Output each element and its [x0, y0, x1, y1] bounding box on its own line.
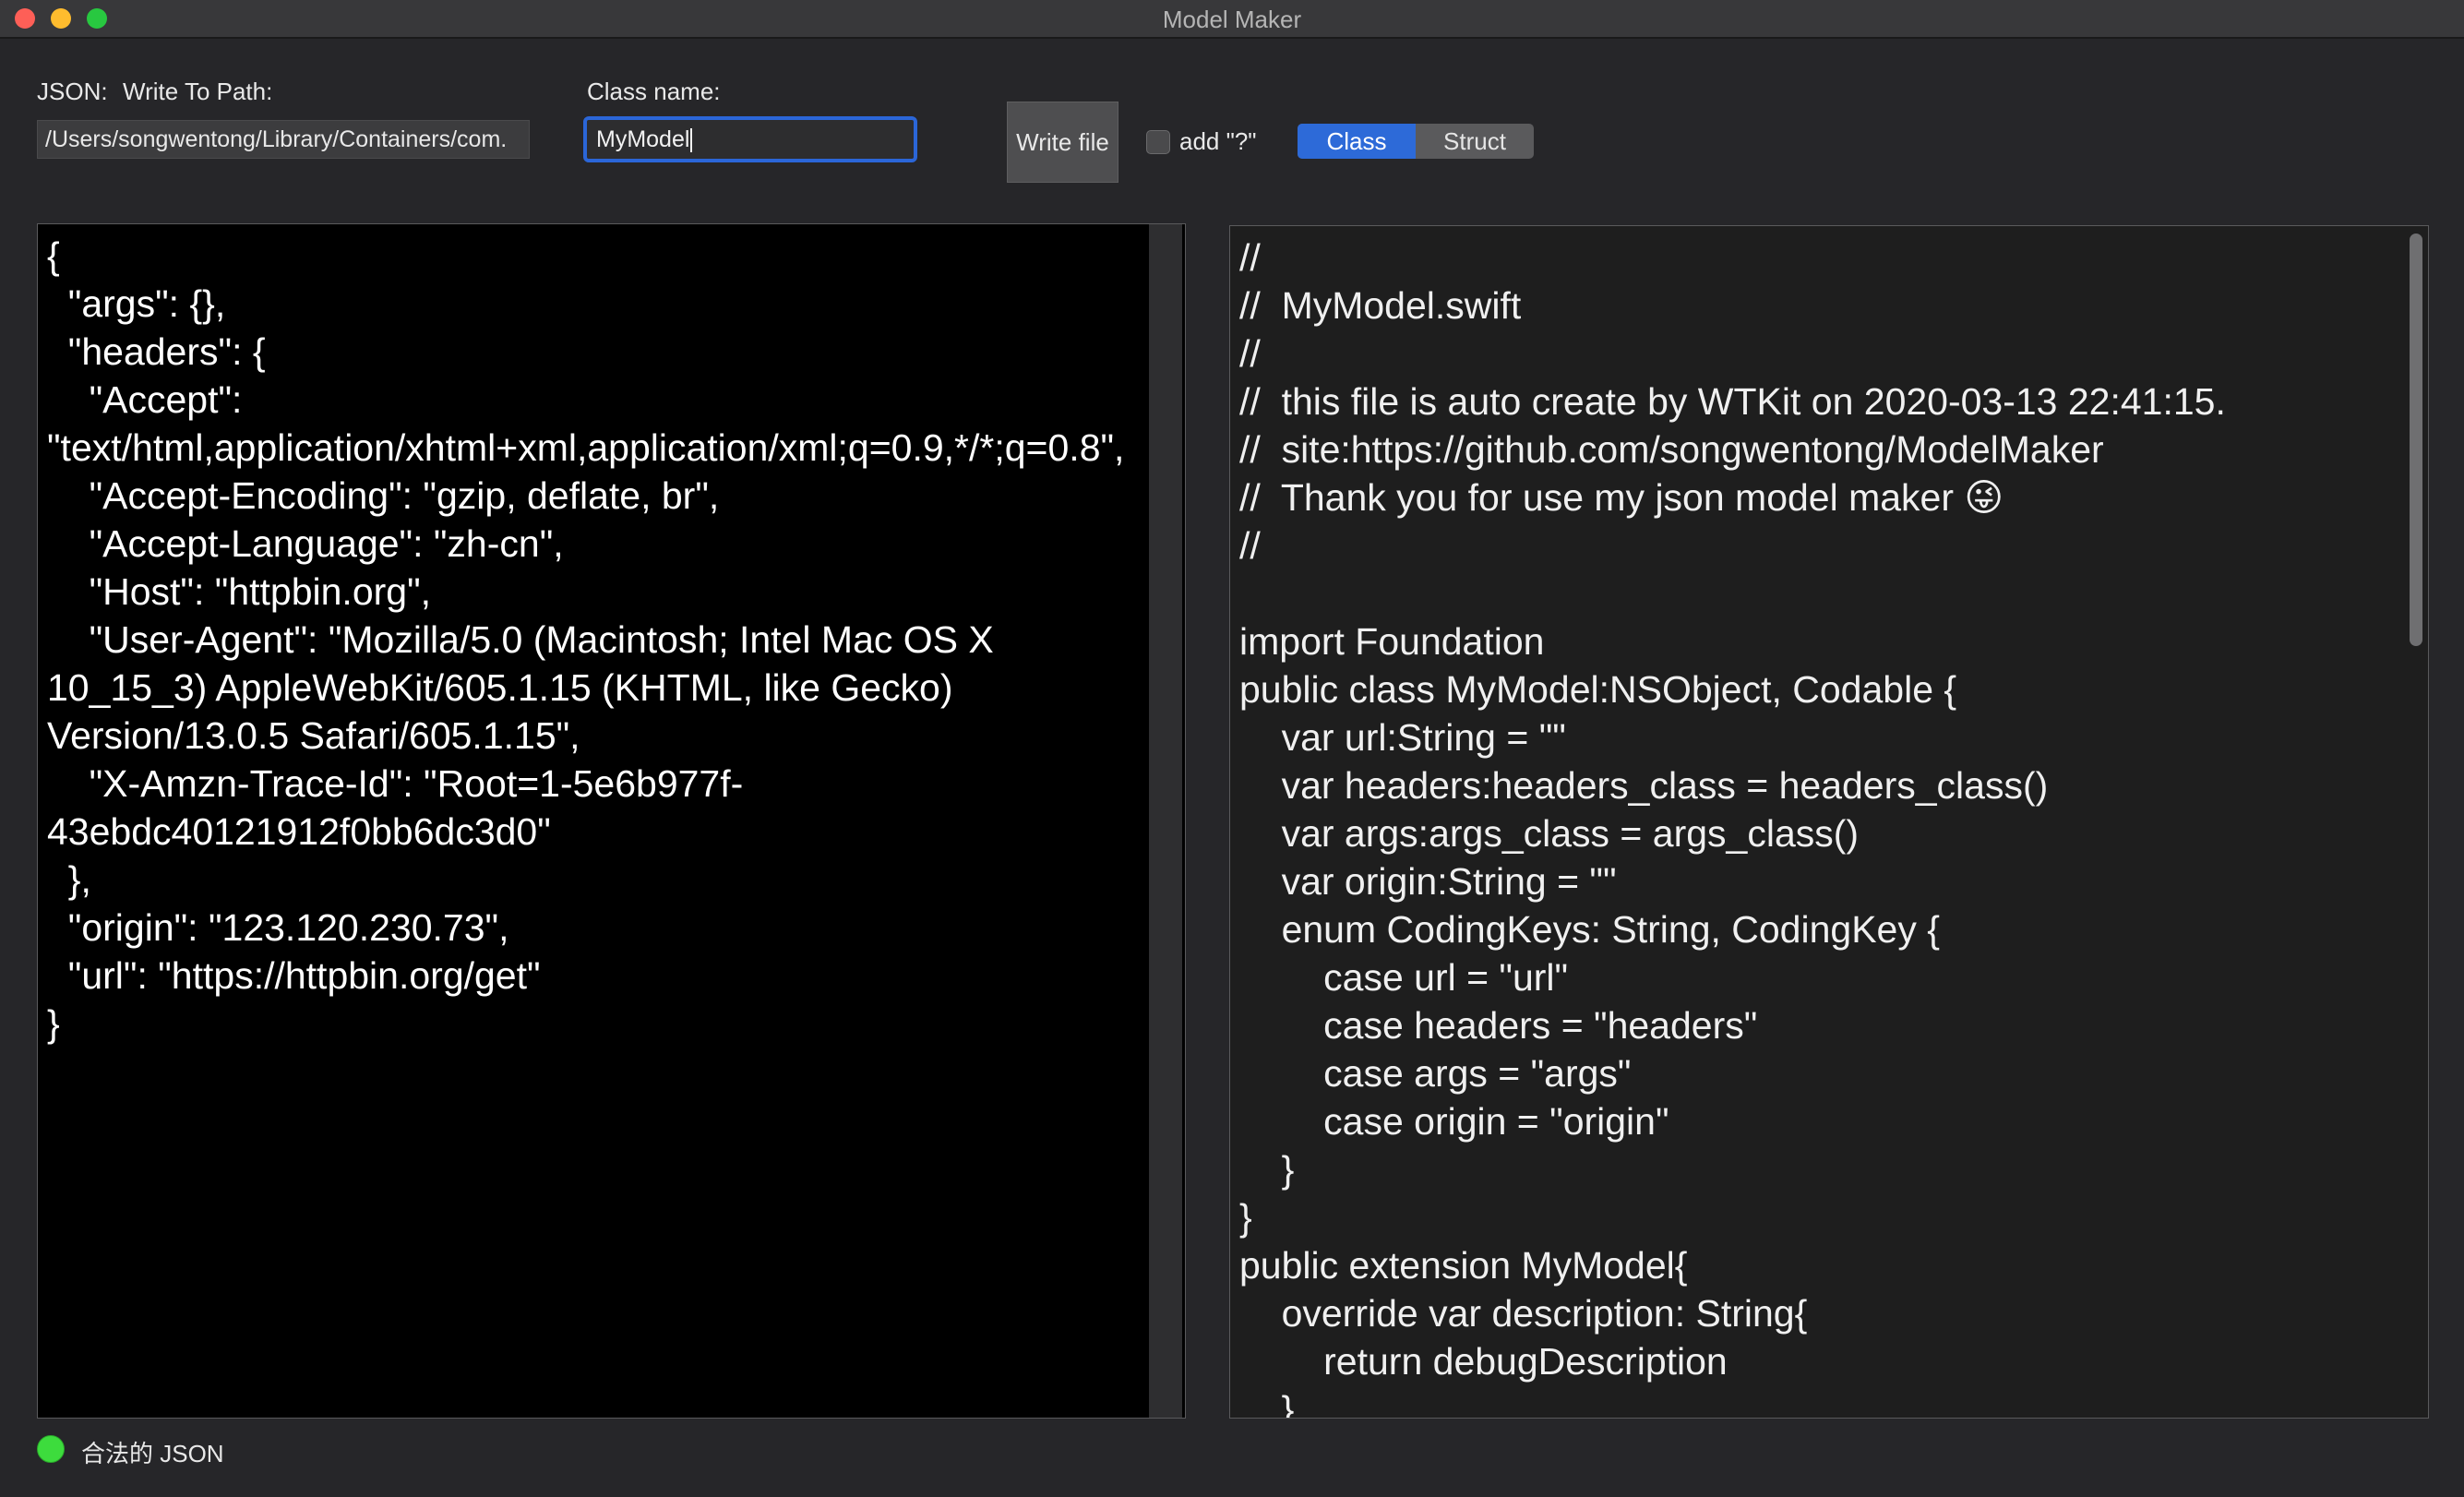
title-bar: Model Maker — [0, 0, 2464, 39]
text-caret — [690, 128, 693, 153]
status-text: 合法的 JSON — [81, 1440, 224, 1467]
json-label: JSON: — [37, 78, 108, 105]
swift-output-scrollbar[interactable] — [2402, 226, 2428, 1418]
status-indicator-icon — [37, 1435, 65, 1463]
json-input-editor[interactable]: { "args": {}, "headers": { "Accept": "te… — [37, 223, 1186, 1419]
segment-struct[interactable]: Struct — [1416, 124, 1534, 159]
swift-output-editor[interactable]: // // MyModel.swift // // this file is a… — [1229, 225, 2429, 1419]
swift-output-scroll-thumb[interactable] — [2410, 234, 2422, 646]
class-name-value: MyModel — [596, 126, 690, 152]
segment-class[interactable]: Class — [1298, 124, 1416, 159]
add-optional-checkbox[interactable] — [1146, 130, 1170, 154]
class-struct-segmented-control: Class Struct — [1298, 124, 1534, 159]
json-editor-scrollbar[interactable] — [1149, 224, 1182, 1418]
swift-output-text[interactable]: // // MyModel.swift // // this file is a… — [1230, 226, 2402, 1418]
write-path-field[interactable]: /Users/songwentong/Library/Containers/co… — [37, 120, 530, 159]
add-optional-label: add "?" — [1179, 127, 1257, 155]
json-input-text[interactable]: { "args": {}, "headers": { "Accept": "te… — [38, 224, 1159, 1048]
write-path-label: Write To Path: — [123, 78, 273, 105]
write-file-button[interactable]: Write file — [1007, 102, 1118, 183]
window-title: Model Maker — [1162, 6, 1302, 33]
class-name-field[interactable]: MyModel — [583, 116, 917, 162]
class-name-label: Class name: — [587, 78, 721, 105]
